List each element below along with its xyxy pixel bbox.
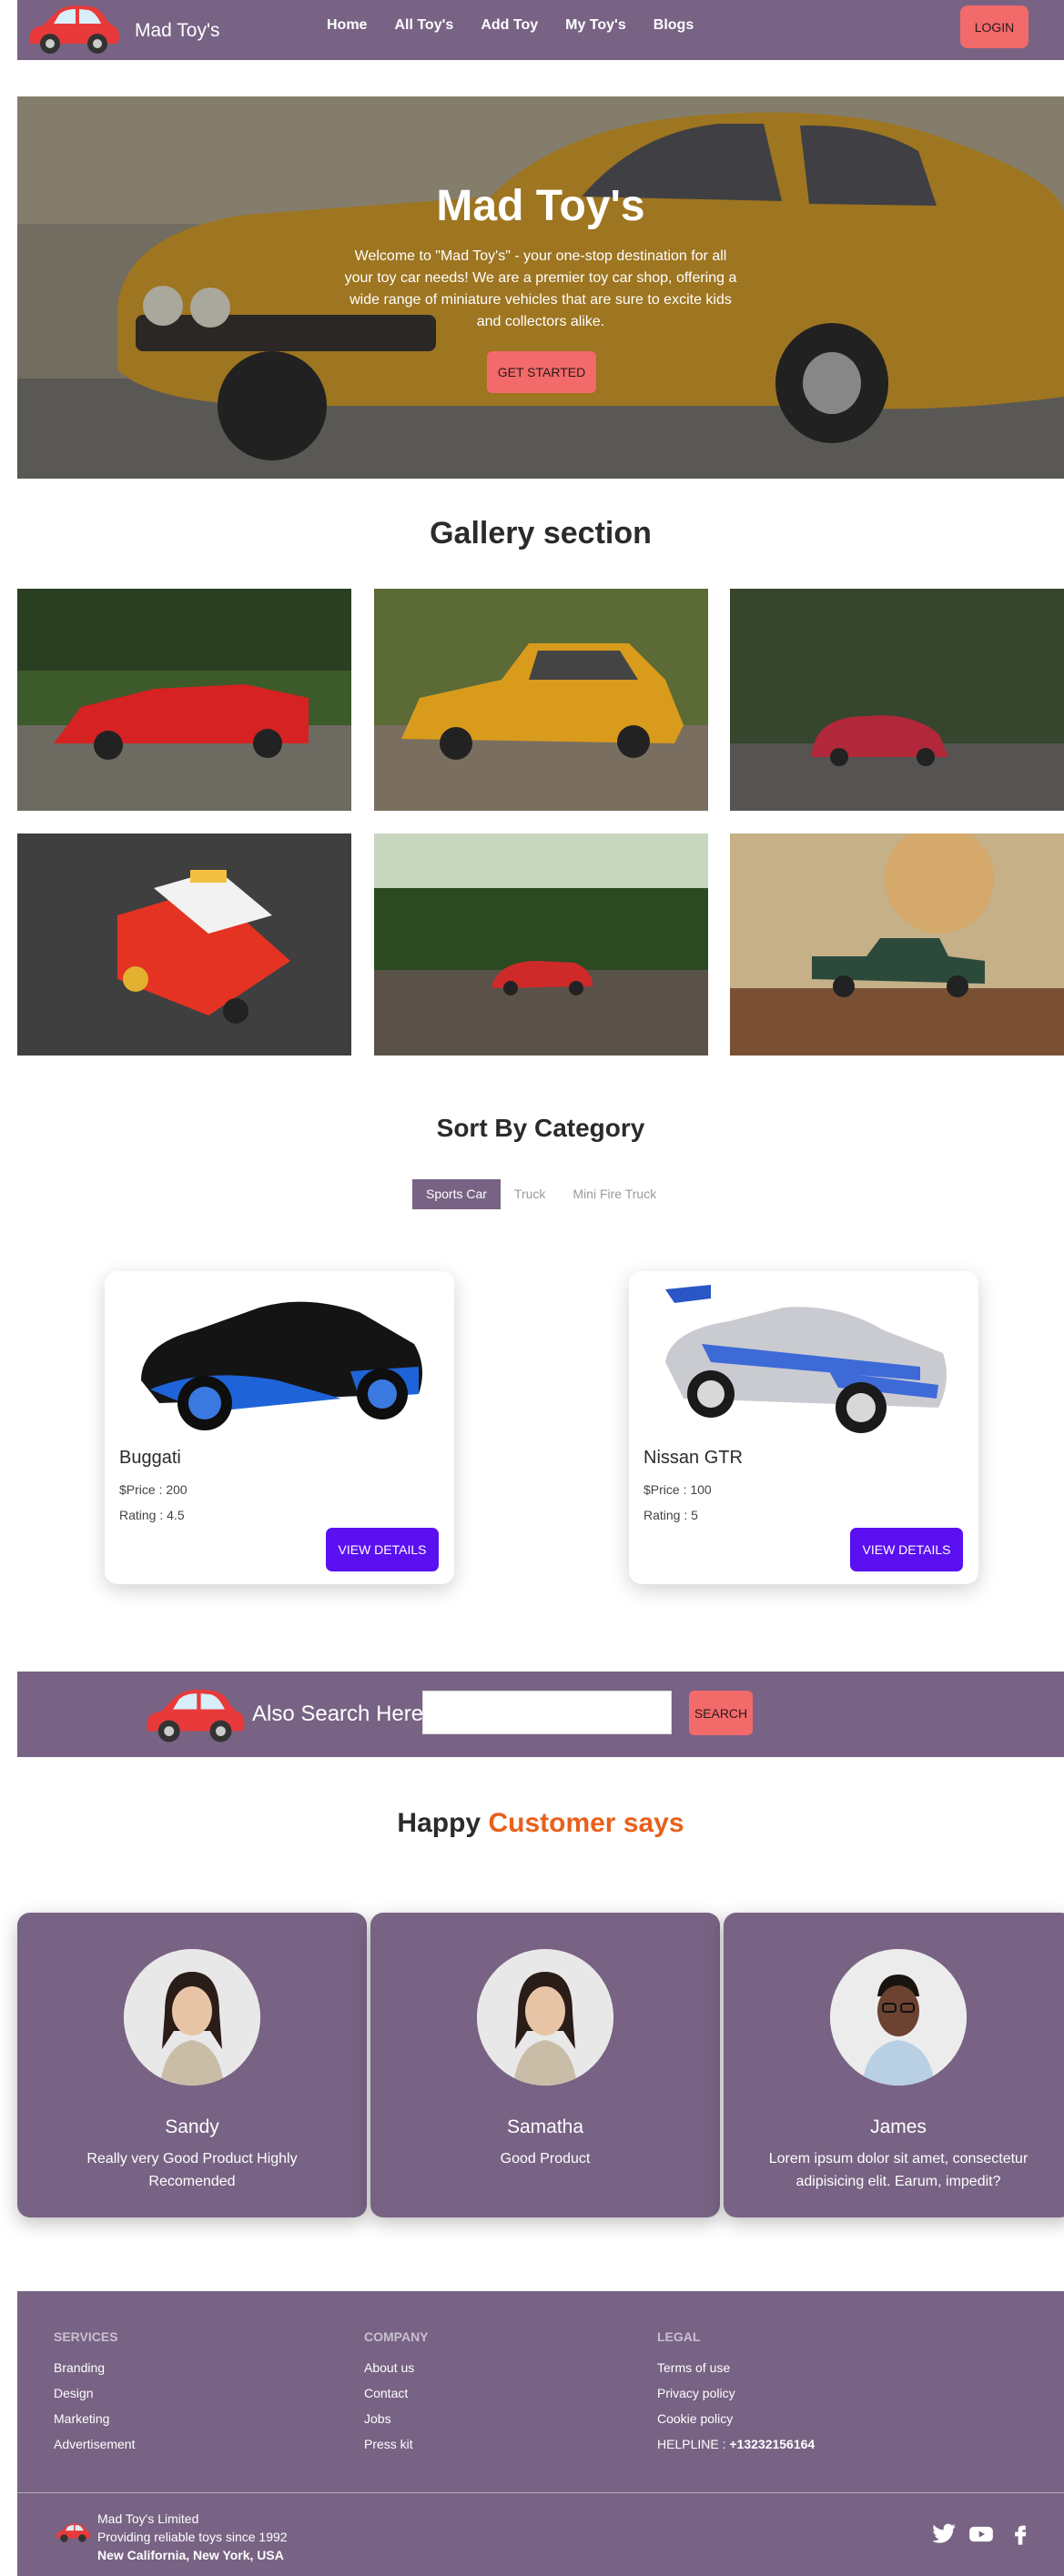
testimonials-title-highlight: Customer says xyxy=(488,1808,684,1838)
product-card: Buggati $Price : 200 Rating : 4.5 VIEW D… xyxy=(105,1271,454,1584)
product-name: Nissan GTR xyxy=(643,1448,743,1468)
car-logo-icon[interactable] xyxy=(23,0,123,56)
navbar: Mad Toy's Home All Toy's Add Toy My Toy'… xyxy=(17,0,1064,60)
testimonial-card: Samatha Good Product xyxy=(370,1913,720,2217)
gallery-image-red-convertible[interactable] xyxy=(374,833,708,1056)
company-tagline: Providing reliable toys since 1992 xyxy=(97,2530,288,2544)
footer-company: COMPANY About us Contact Jobs Press kit xyxy=(364,2329,429,2462)
nav-add-toy[interactable]: Add Toy xyxy=(481,17,538,34)
product-rating: Rating : 5 xyxy=(643,1508,698,1522)
company-name: Mad Toy's Limited xyxy=(97,2511,199,2526)
view-details-button[interactable]: VIEW DETAILS xyxy=(850,1528,963,1571)
footer-link-terms[interactable]: Terms of use xyxy=(657,2360,815,2375)
helpline: HELPLINE : +13232156164 xyxy=(657,2437,815,2451)
nav-home[interactable]: Home xyxy=(327,17,367,34)
footer-link-jobs[interactable]: Jobs xyxy=(364,2411,429,2426)
testimonial-name: Samatha xyxy=(506,2116,584,2137)
avatar xyxy=(830,1949,967,2086)
product-price: $Price : 200 xyxy=(119,1482,187,1497)
car-logo-icon xyxy=(56,2523,91,2542)
footer-link-cookie[interactable]: Cookie policy xyxy=(657,2411,815,2426)
youtube-icon[interactable] xyxy=(968,2521,994,2547)
avatar xyxy=(124,1949,260,2086)
nissan-gtr-image xyxy=(665,1285,947,1433)
footer-link-about[interactable]: About us xyxy=(364,2360,429,2375)
footer-heading: SERVICES xyxy=(54,2329,118,2344)
helpline-number: +13232156164 xyxy=(729,2437,816,2451)
twitter-icon[interactable] xyxy=(931,2521,957,2547)
main-nav: Home All Toy's Add Toy My Toy's Blogs xyxy=(327,17,721,34)
tab-sports-car[interactable]: Sports Car xyxy=(412,1179,501,1209)
footer-services: SERVICES Branding Design Marketing Adver… xyxy=(54,2329,135,2462)
view-details-button[interactable]: VIEW DETAILS xyxy=(326,1528,439,1571)
nav-blogs[interactable]: Blogs xyxy=(654,17,694,34)
product-price: $Price : 100 xyxy=(643,1482,712,1497)
footer-link-contact[interactable]: Contact xyxy=(364,2386,429,2400)
login-button[interactable]: LOGIN xyxy=(960,5,1029,48)
testimonial-text: Lorem ipsum dolor sit amet, consectetur … xyxy=(768,2151,1029,2189)
product-name: Buggati xyxy=(119,1448,181,1468)
testimonials-title: Happy Customer says xyxy=(17,1808,1064,1839)
footer-link-privacy[interactable]: Privacy policy xyxy=(657,2386,815,2400)
hero-description: Welcome to "Mad Toy's" - your one-stop d… xyxy=(344,248,737,329)
category-title: Sort By Category xyxy=(436,1114,645,1142)
helpline-label: HELPLINE : xyxy=(657,2437,726,2451)
search-input[interactable] xyxy=(422,1691,672,1734)
footer-heading: COMPANY xyxy=(364,2329,429,2344)
buggati-image xyxy=(141,1301,422,1430)
avatar xyxy=(477,1949,613,2086)
get-started-button[interactable]: GET STARTED xyxy=(487,351,596,393)
product-card: Nissan GTR $Price : 100 Rating : 5 VIEW … xyxy=(629,1271,978,1584)
facebook-icon[interactable] xyxy=(1008,2521,1033,2547)
nav-all-toys[interactable]: All Toy's xyxy=(394,17,453,34)
car-icon xyxy=(147,1689,245,1743)
footer-heading: LEGAL xyxy=(657,2329,701,2344)
footer-link-design[interactable]: Design xyxy=(54,2386,135,2400)
footer-link-press-kit[interactable]: Press kit xyxy=(364,2437,429,2451)
testimonial-name: James xyxy=(870,2116,927,2137)
search-button[interactable]: SEARCH xyxy=(689,1691,753,1735)
footer-link-advertisement[interactable]: Advertisement xyxy=(54,2437,135,2451)
testimonials-title-part1: Happy xyxy=(397,1808,481,1838)
footer-company-info: Mad Toy's Limited Providing reliable toy… xyxy=(97,2510,288,2564)
search-label: Also Search Here xyxy=(252,1702,424,1726)
testimonial-card: Sandy Really very Good Product Highly Re… xyxy=(17,1913,367,2217)
company-location: New California, New York, USA xyxy=(97,2548,284,2562)
search-section: Also Search Here SEARCH xyxy=(17,1672,1064,1757)
gallery-image-red-ferrari[interactable] xyxy=(17,589,351,811)
testimonial-text: Good Product xyxy=(500,2151,591,2167)
gallery-image-yellow-car[interactable] xyxy=(374,589,708,811)
testimonial-text: Really very Good Product Highly Recomend… xyxy=(86,2151,298,2189)
product-rating: Rating : 4.5 xyxy=(119,1508,185,1522)
tab-truck[interactable]: Truck xyxy=(501,1179,559,1209)
testimonial-card: James Lorem ipsum dolor sit amet, consec… xyxy=(724,1913,1064,2217)
footer-divider xyxy=(17,2492,1064,2493)
footer-legal: LEGAL Terms of use Privacy policy Cookie… xyxy=(657,2329,815,2462)
footer: SERVICES Branding Design Marketing Adver… xyxy=(17,2291,1064,2576)
testimonial-name: Sandy xyxy=(165,2116,219,2137)
brand-name: Mad Toy's xyxy=(135,20,220,41)
tab-mini-fire-truck[interactable]: Mini Fire Truck xyxy=(559,1179,670,1209)
gallery-image-fire-truck[interactable] xyxy=(17,833,351,1056)
gallery-image-green-pickup[interactable] xyxy=(730,833,1064,1056)
gallery-title: Gallery section xyxy=(430,516,652,551)
footer-link-marketing[interactable]: Marketing xyxy=(54,2411,135,2426)
nav-my-toys[interactable]: My Toy's xyxy=(565,17,626,34)
gallery-image-beetle[interactable] xyxy=(730,589,1064,811)
hero-banner: Mad Toy's Welcome to "Mad Toy's" - your … xyxy=(17,96,1064,479)
hero-title: Mad Toy's xyxy=(436,182,645,230)
footer-link-branding[interactable]: Branding xyxy=(54,2360,135,2375)
category-tabs: Sports Car Truck Mini Fire Truck xyxy=(412,1179,670,1209)
